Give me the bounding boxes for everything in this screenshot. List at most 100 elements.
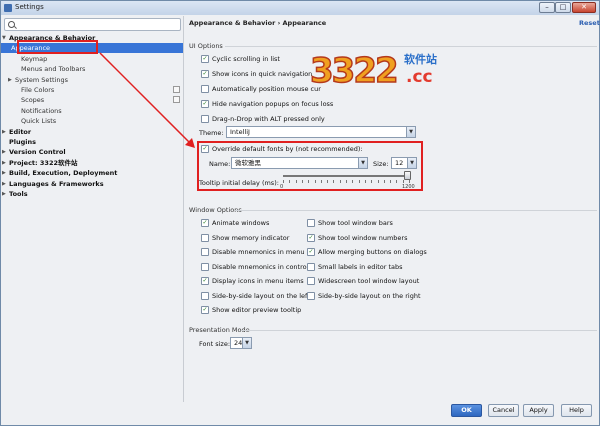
tree-item[interactable]: Scopes bbox=[1, 95, 183, 105]
minimize-button[interactable]: – bbox=[539, 2, 555, 13]
checkbox-box bbox=[201, 248, 209, 256]
ui-options-title: UI Options bbox=[189, 42, 223, 50]
check-icon: ✓ bbox=[201, 306, 209, 314]
checkbox-box bbox=[307, 277, 315, 285]
settings-window: Settings – □ ✕ ▼ Appearance & Behavior App… bbox=[0, 0, 600, 426]
checkbox-label: Show icons in quick navigation bbox=[212, 70, 313, 78]
checkbox-box bbox=[201, 291, 209, 300]
chevron-down-icon: ▼ bbox=[242, 338, 251, 348]
presentation-separator bbox=[241, 330, 597, 331]
window-options-title: Window Options bbox=[189, 206, 242, 214]
tree-item-label: Project: 3322软件站 bbox=[9, 158, 78, 167]
logo-chinese: 软件站 bbox=[404, 53, 437, 66]
checkbox-label: Small labels in editor tabs bbox=[318, 262, 403, 271]
tree-item-label: Tools bbox=[9, 190, 28, 198]
chevron-right-icon[interactable]: ▶ bbox=[2, 147, 6, 157]
project-level-icon bbox=[173, 96, 180, 104]
tree-item[interactable]: Notifications bbox=[1, 106, 183, 116]
chevron-right-icon[interactable]: ▶ bbox=[2, 189, 6, 199]
tree-item[interactable]: Quick Lists bbox=[1, 116, 183, 126]
tree-item-label: System Settings bbox=[15, 75, 68, 84]
checkbox-label: Animate windows bbox=[212, 219, 270, 227]
checkbox-label: Widescreen tool window layout bbox=[318, 277, 420, 285]
checkbox-label: Disable mnemonics in menu bbox=[212, 248, 305, 256]
tree-item-label: Editor bbox=[9, 127, 32, 136]
tree-item-label: Quick Lists bbox=[21, 117, 57, 126]
window-title: Settings bbox=[15, 3, 44, 11]
tree-item-label: Plugins bbox=[9, 138, 36, 146]
tree-item[interactable]: Menus and Toolbars bbox=[1, 64, 183, 74]
checkbox-label: Allow merging buttons on dialogs bbox=[318, 248, 427, 256]
tree-item-label: Version Control bbox=[9, 148, 66, 157]
checkbox-label: Side-by-side layout on the right bbox=[318, 291, 421, 300]
tree-item-label: Languages & Frameworks bbox=[9, 179, 104, 188]
maximize-button[interactable]: □ bbox=[555, 2, 571, 13]
tree-item[interactable]: ▶ System Settings bbox=[1, 75, 183, 85]
checkbox-label: Show memory indicator bbox=[212, 233, 290, 242]
project-level-icon bbox=[173, 86, 180, 93]
theme-select[interactable]: IntelliJ ▼ bbox=[226, 126, 416, 138]
checkbox-box bbox=[201, 115, 209, 123]
chevron-right-icon[interactable]: ▶ bbox=[2, 158, 6, 168]
tree-item[interactable]: ▶ Version Control bbox=[1, 147, 183, 157]
logo-number: 3322 bbox=[309, 50, 399, 92]
tree-item-label: Notifications bbox=[21, 106, 62, 115]
checkbox-label: Show editor preview tooltip bbox=[212, 306, 302, 314]
chevron-right-icon[interactable]: ▶ bbox=[2, 179, 6, 189]
presentation-font-size-label: Font size: bbox=[199, 340, 231, 348]
tree-item-label: File Colors bbox=[21, 86, 55, 94]
checkbox-label: Show tool window numbers bbox=[318, 233, 408, 242]
chevron-down-icon: ▼ bbox=[406, 127, 415, 137]
search-icon bbox=[8, 21, 15, 28]
checkbox-box bbox=[201, 233, 209, 242]
chevron-right-icon[interactable]: ▶ bbox=[2, 168, 6, 178]
search-input[interactable] bbox=[4, 18, 181, 31]
chevron-right-icon[interactable]: ▶ bbox=[8, 75, 12, 85]
tree-item[interactable]: ▶ Build, Execution, Deployment bbox=[1, 168, 183, 178]
highlight-box-appearance bbox=[17, 40, 98, 54]
chevron-right-icon[interactable]: ▶ bbox=[2, 127, 6, 137]
checkbox-label: Disable mnemonics in controls bbox=[212, 262, 312, 271]
check-icon: ✓ bbox=[201, 70, 209, 78]
checkbox-box bbox=[307, 262, 315, 271]
check-icon: ✓ bbox=[307, 248, 315, 256]
checkbox-label: Display icons in menu items bbox=[212, 277, 304, 285]
ok-button[interactable]: OK bbox=[451, 404, 482, 417]
site-logo: 3322 软件站 .cc bbox=[306, 43, 454, 98]
pane-divider[interactable] bbox=[183, 16, 184, 402]
checkbox-label: Show tool window bars bbox=[318, 219, 393, 227]
checkbox-box bbox=[307, 219, 315, 227]
checkbox-box bbox=[201, 262, 209, 271]
checkbox-box bbox=[307, 291, 315, 300]
check-icon: ✓ bbox=[201, 55, 209, 63]
check-icon: ✓ bbox=[201, 277, 209, 285]
tree-item[interactable]: File Colors bbox=[1, 85, 183, 95]
tree-item[interactable]: Plugins bbox=[1, 137, 183, 147]
theme-label: Theme: bbox=[199, 129, 224, 137]
apply-button[interactable]: Apply bbox=[523, 404, 554, 417]
tree-item[interactable]: ▶ Project: 3322软件站 bbox=[1, 158, 183, 168]
logo-domain: .cc bbox=[406, 67, 433, 87]
tree-item[interactable]: ▶ Editor bbox=[1, 127, 183, 137]
chevron-down-icon[interactable]: ▼ bbox=[2, 33, 6, 43]
help-button[interactable]: Help bbox=[561, 404, 592, 417]
title-bar: Settings – □ ✕ bbox=[1, 1, 599, 15]
cancel-button[interactable]: Cancel bbox=[488, 404, 519, 417]
check-icon: ✓ bbox=[201, 219, 209, 227]
check-icon: ✓ bbox=[307, 233, 315, 242]
tree-item[interactable]: ▶ Tools bbox=[1, 189, 183, 199]
reset-link[interactable]: Reset bbox=[579, 19, 600, 27]
theme-value: IntelliJ bbox=[230, 128, 250, 136]
check-icon: ✓ bbox=[201, 100, 209, 108]
tree-item[interactable]: ▶ Languages & Frameworks bbox=[1, 179, 183, 189]
breadcrumb: Appearance & Behavior › Appearance bbox=[189, 19, 327, 27]
tree-item-label: Keymap bbox=[21, 54, 48, 63]
tree-item-label: Build, Execution, Deployment bbox=[9, 169, 118, 178]
window-options-separator bbox=[235, 210, 597, 211]
tree-item-label: Menus and Toolbars bbox=[21, 65, 86, 74]
tree-item[interactable]: Keymap bbox=[1, 54, 183, 64]
close-button[interactable]: ✕ bbox=[572, 2, 596, 13]
presentation-font-size-select[interactable]: 24 ▼ bbox=[230, 337, 252, 349]
checkbox-label: Side-by-side layout on the left bbox=[212, 291, 310, 300]
checkbox-label: Automatically position mouse cur bbox=[212, 85, 321, 93]
